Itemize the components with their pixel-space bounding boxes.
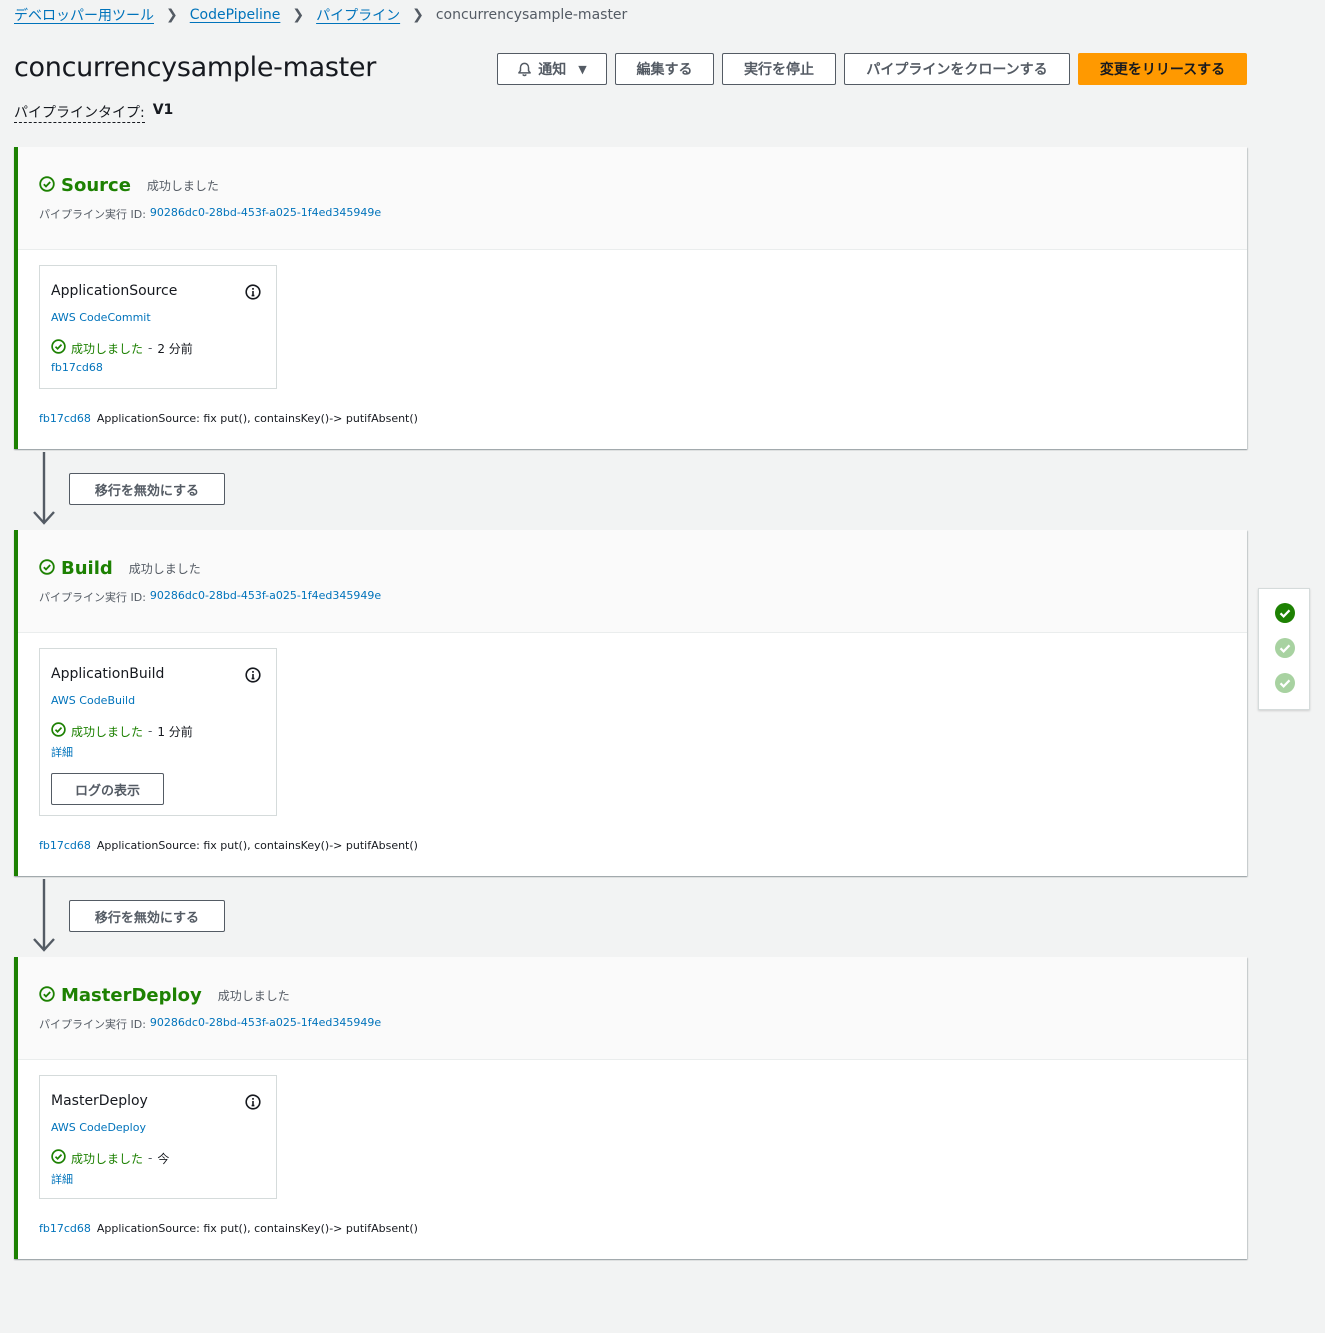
stage-source: Source 成功しました パイプライン実行 ID: 90286dc0-28bd… — [14, 147, 1247, 449]
action-details-link[interactable]: 詳細 — [51, 1171, 73, 1187]
breadcrumb-current: concurrencysample-master — [435, 7, 628, 23]
action-name: ApplicationBuild — [51, 666, 165, 682]
action-card: MasterDeploy AWS CodeDeploy 成功しました - 今 詳… — [39, 1075, 277, 1199]
page-title: concurrencysample-master — [14, 52, 377, 83]
action-provider-link[interactable]: AWS CodeBuild — [51, 694, 135, 707]
action-name: ApplicationSource — [51, 283, 178, 299]
stage-execution: パイプライン実行 ID: 90286dc0-28bd-453f-a025-1f4… — [39, 206, 381, 222]
stage-navigator — [1258, 588, 1310, 710]
success-check-icon — [39, 175, 55, 196]
status-separator: - — [148, 341, 153, 355]
action-name: MasterDeploy — [51, 1093, 148, 1109]
notify-label: 通知 — [538, 62, 567, 78]
action-status: 成功しました - 2 分前 — [51, 339, 193, 357]
stage-name: Source — [61, 175, 131, 196]
arrow-down-icon — [30, 879, 58, 957]
execution-id-link[interactable]: 90286dc0-28bd-453f-a025-1f4ed345949e — [150, 206, 381, 222]
status-separator: - — [148, 724, 153, 738]
commit-info: fb17cd68 ApplicationSource: fix put(), c… — [39, 412, 418, 425]
arrow-down-icon — [30, 452, 58, 530]
caret-down-icon: ▼ — [578, 62, 587, 76]
stage-title: Build 成功しました — [39, 558, 201, 579]
action-provider-link[interactable]: AWS CodeCommit — [51, 311, 151, 324]
stage-execution: パイプライン実行 ID: 90286dc0-28bd-453f-a025-1f4… — [39, 1016, 381, 1032]
header-actions: 通知 ▼ 編集する 実行を停止 パイプラインをクローンする 変更をリリースする — [497, 53, 1247, 85]
chevron-right-icon: ❯ — [292, 7, 305, 23]
action-status-text: 成功しました — [71, 1151, 144, 1166]
success-check-icon — [39, 558, 55, 579]
commit-id-link[interactable]: fb17cd68 — [39, 1222, 91, 1235]
stage-nav-build-check-icon[interactable] — [1274, 637, 1296, 663]
pipeline-type: パイプラインタイプ: V1 — [14, 102, 173, 123]
breadcrumb-pipelines[interactable]: パイプライン — [316, 5, 400, 25]
commit-id-link[interactable]: fb17cd68 — [39, 839, 91, 852]
stage-header: Source 成功しました パイプライン実行 ID: 90286dc0-28bd… — [18, 147, 1247, 250]
action-status: 成功しました - 今 — [51, 1149, 169, 1167]
release-change-button[interactable]: 変更をリリースする — [1078, 53, 1247, 85]
action-provider-link[interactable]: AWS CodeDeploy — [51, 1121, 146, 1134]
commit-info: fb17cd68 ApplicationSource: fix put(), c… — [39, 839, 418, 852]
commit-message: ApplicationSource: fix put(), containsKe… — [96, 412, 418, 425]
view-logs-button[interactable]: ログの表示 — [51, 773, 164, 805]
info-icon[interactable] — [245, 1094, 261, 1114]
success-check-icon — [51, 339, 66, 357]
breadcrumb: デベロッパー用ツール ❯ CodePipeline ❯ パイプライン ❯ con… — [14, 5, 627, 25]
action-time: 1 分前 — [157, 724, 193, 739]
action-card: ApplicationSource AWS CodeCommit 成功しました … — [39, 265, 277, 389]
stage-nav-source-check-icon[interactable] — [1274, 602, 1296, 628]
stage-name: MasterDeploy — [61, 985, 202, 1006]
execution-id-link[interactable]: 90286dc0-28bd-453f-a025-1f4ed345949e — [150, 1016, 381, 1032]
breadcrumb-developer-tools[interactable]: デベロッパー用ツール — [14, 5, 154, 25]
stage-status: 成功しました — [146, 179, 219, 193]
stop-execution-button[interactable]: 実行を停止 — [722, 53, 836, 85]
stage-nav-deploy-check-icon[interactable] — [1274, 672, 1296, 698]
commit-info: fb17cd68 ApplicationSource: fix put(), c… — [39, 1222, 418, 1235]
edit-button[interactable]: 編集する — [615, 53, 714, 85]
stage-name: Build — [61, 558, 113, 579]
stage-header: MasterDeploy 成功しました パイプライン実行 ID: 90286dc… — [18, 957, 1247, 1060]
notify-button[interactable]: 通知 ▼ — [497, 53, 607, 85]
action-status-text: 成功しました — [71, 341, 144, 356]
pipeline-type-label[interactable]: パイプラインタイプ: — [14, 102, 145, 123]
success-check-icon — [51, 722, 66, 740]
status-separator: - — [148, 1151, 153, 1165]
commit-id-link[interactable]: fb17cd68 — [39, 412, 91, 425]
chevron-right-icon: ❯ — [166, 7, 178, 23]
clone-pipeline-button[interactable]: パイプラインをクローンする — [844, 53, 1070, 85]
commit-message: ApplicationSource: fix put(), containsKe… — [96, 839, 418, 852]
chevron-right-icon: ❯ — [412, 7, 424, 23]
stage-title: MasterDeploy 成功しました — [39, 985, 290, 1006]
success-check-icon — [39, 985, 55, 1006]
action-card: ApplicationBuild AWS CodeBuild 成功しました - … — [39, 648, 277, 816]
pipeline-type-value: V1 — [152, 102, 174, 118]
stage-header: Build 成功しました パイプライン実行 ID: 90286dc0-28bd-… — [18, 530, 1247, 633]
action-time: 今 — [157, 1151, 170, 1166]
disable-transition-button[interactable]: 移行を無効にする — [69, 473, 225, 505]
execution-id-link[interactable]: 90286dc0-28bd-453f-a025-1f4ed345949e — [150, 589, 381, 605]
stage-status: 成功しました — [128, 562, 201, 576]
breadcrumb-codepipeline[interactable]: CodePipeline — [190, 7, 281, 23]
success-check-icon — [51, 1149, 66, 1167]
info-icon[interactable] — [245, 667, 261, 687]
action-status: 成功しました - 1 分前 — [51, 722, 193, 740]
stage-masterdeploy: MasterDeploy 成功しました パイプライン実行 ID: 90286dc… — [14, 957, 1247, 1259]
disable-transition-button[interactable]: 移行を無効にする — [69, 900, 225, 932]
bell-icon — [517, 62, 532, 77]
stage-execution: パイプライン実行 ID: 90286dc0-28bd-453f-a025-1f4… — [39, 589, 381, 605]
stage-build: Build 成功しました パイプライン実行 ID: 90286dc0-28bd-… — [14, 530, 1247, 876]
stage-title: Source 成功しました — [39, 175, 219, 196]
execution-id-label: パイプライン実行 ID: — [39, 208, 146, 221]
stage-status: 成功しました — [217, 989, 290, 1003]
action-status-text: 成功しました — [71, 724, 144, 739]
action-time: 2 分前 — [157, 341, 193, 356]
execution-id-label: パイプライン実行 ID: — [39, 591, 146, 604]
action-revision-link[interactable]: fb17cd68 — [51, 361, 103, 374]
execution-id-label: パイプライン実行 ID: — [39, 1018, 146, 1031]
info-icon[interactable] — [245, 284, 261, 304]
action-details-link[interactable]: 詳細 — [51, 744, 73, 760]
commit-message: ApplicationSource: fix put(), containsKe… — [96, 1222, 418, 1235]
